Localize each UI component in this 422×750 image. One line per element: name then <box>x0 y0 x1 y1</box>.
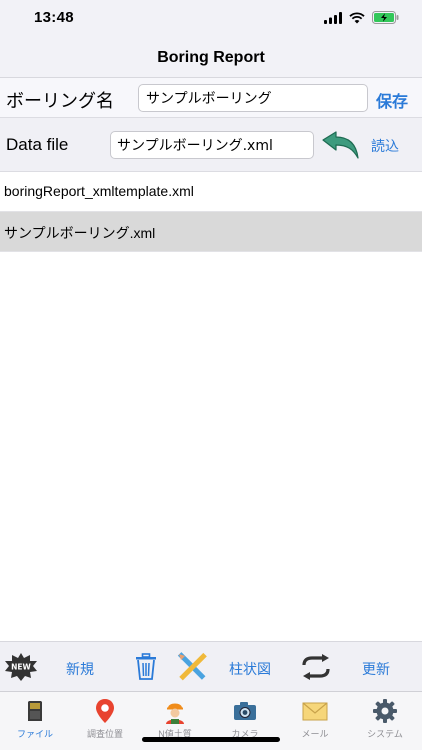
gear-icon <box>373 699 397 723</box>
camera-icon <box>234 702 256 720</box>
save-button[interactable]: 保存 <box>376 88 408 112</box>
column-pencil-icon[interactable] <box>176 651 208 683</box>
new-label[interactable]: 新規 <box>66 659 94 679</box>
tab-file[interactable]: ファイル <box>0 692 70 750</box>
sd-card-icon <box>28 701 42 721</box>
tab-label: 調査位置 <box>86 729 123 739</box>
nav-bar: Boring Report <box>0 38 422 78</box>
tab-survey-location[interactable]: 調査位置 <box>70 692 140 750</box>
tab-label: メール <box>301 729 329 739</box>
boring-name-row: ボーリング名 保存 <box>0 78 422 118</box>
worker-icon <box>166 703 184 724</box>
status-bar: 13:48 <box>0 0 422 38</box>
file-list-item-selected[interactable]: サンプルボーリング.xml <box>0 212 422 252</box>
boring-name-input[interactable] <box>138 84 368 112</box>
signal-icon <box>324 11 342 24</box>
data-file-label: Data file <box>6 135 69 154</box>
tab-system[interactable]: システム <box>350 692 420 750</box>
tab-label: ファイル <box>16 729 53 739</box>
mail-icon <box>302 702 328 721</box>
tab-mail[interactable]: メール <box>280 692 350 750</box>
svg-text:NEW: NEW <box>11 663 31 672</box>
tab-label: システム <box>367 729 403 739</box>
status-icons <box>324 11 400 24</box>
boring-name-label: ボーリング名 <box>6 91 114 111</box>
trash-icon[interactable] <box>135 653 157 681</box>
bottom-toolbar: NEW 新規 柱状図 更新 <box>0 641 422 691</box>
location-pin-icon <box>96 699 114 723</box>
home-indicator <box>142 737 280 742</box>
refresh-icon[interactable] <box>300 654 332 680</box>
wifi-icon <box>349 11 365 23</box>
load-button[interactable]: 読込 <box>371 136 399 156</box>
data-file-input[interactable] <box>110 131 314 159</box>
page-title: Boring Report <box>157 49 265 66</box>
battery-charging-icon <box>372 11 399 24</box>
refresh-label[interactable]: 更新 <box>362 659 390 679</box>
file-list-item[interactable]: boringReport_xmltemplate.xml <box>0 172 422 212</box>
back-arrow-icon[interactable] <box>321 131 361 159</box>
file-list: boringReport_xmltemplate.xml サンプルボーリング.x… <box>0 172 422 252</box>
new-badge-icon[interactable]: NEW <box>4 652 38 682</box>
status-time: 13:48 <box>34 9 74 26</box>
column-diagram-label[interactable]: 柱状図 <box>229 659 271 679</box>
